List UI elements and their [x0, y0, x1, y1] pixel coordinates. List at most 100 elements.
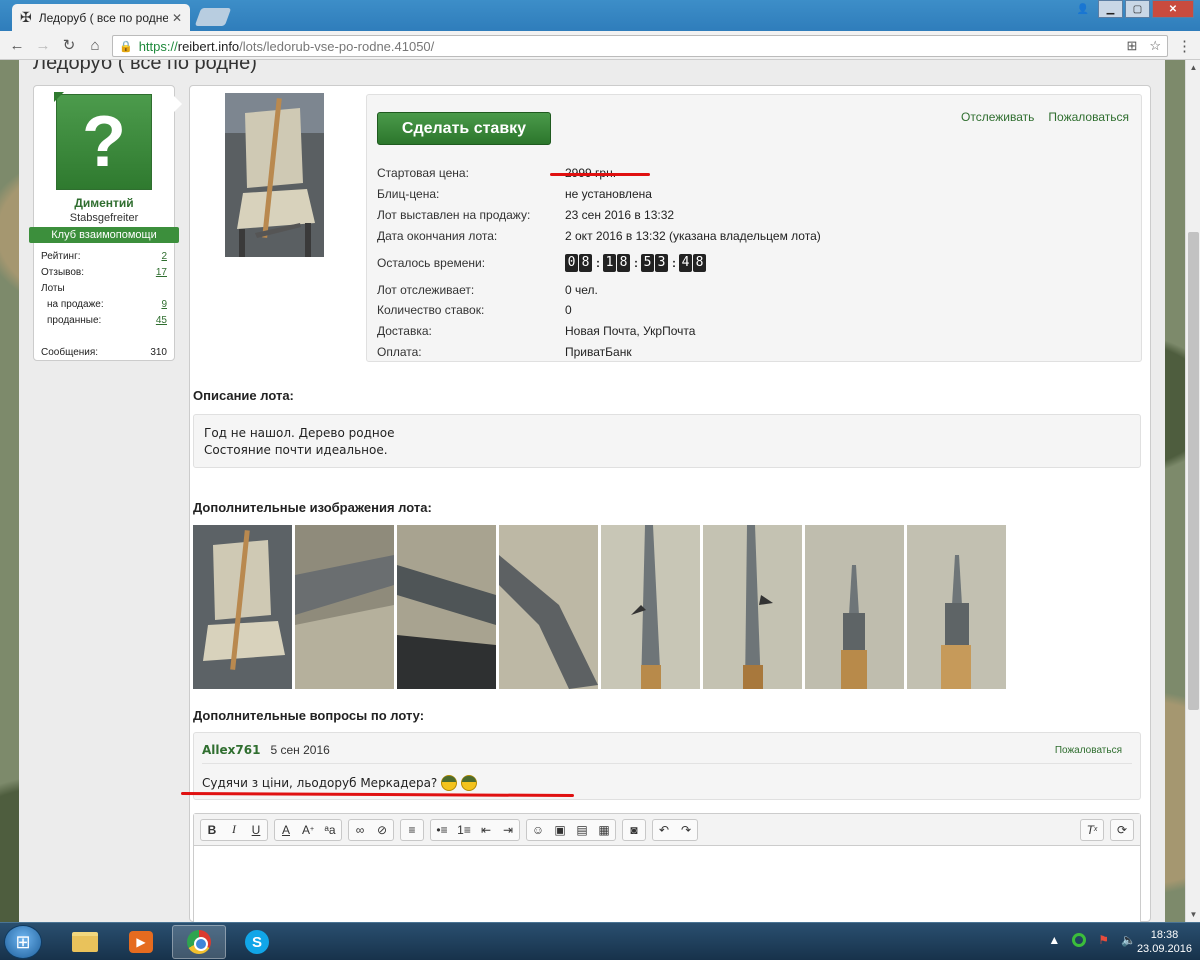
close-window-button[interactable]: ✕ — [1152, 0, 1194, 18]
lot-detail-value: 0 чел. — [565, 282, 598, 297]
seller-stat-value[interactable]: 2 — [161, 251, 167, 267]
lot-thumbnail[interactable] — [295, 525, 394, 689]
bookmark-star-icon[interactable]: ☆ — [1149, 38, 1161, 54]
align-icon[interactable]: ≡ — [401, 820, 423, 840]
page-scrollbar[interactable]: ▲ ▼ — [1185, 60, 1200, 922]
lot-thumbnail[interactable] — [703, 525, 802, 689]
url-scheme: https:// — [138, 38, 178, 54]
numbered-list-icon[interactable]: 1≡ — [453, 820, 475, 840]
indent-icon[interactable]: ⇥ — [497, 820, 519, 840]
link-icon[interactable]: ∞ — [349, 820, 371, 840]
seller-stat-value[interactable]: 9 — [161, 299, 167, 315]
folder-icon — [72, 932, 98, 952]
question-report-link[interactable]: Пожаловаться — [1055, 745, 1122, 756]
lot-thumbnail[interactable] — [193, 525, 292, 689]
text-color-icon[interactable]: A — [275, 820, 297, 840]
scrollbar-thumb[interactable] — [1188, 232, 1199, 710]
smiley-icon[interactable]: ☺ — [527, 820, 549, 840]
font-size-icon[interactable]: A + — [297, 820, 319, 840]
tab-close-icon[interactable]: ✕ — [172, 11, 182, 25]
seller-stat-label: Отзывов: — [41, 267, 84, 278]
lot-detail-row: Доставка: Новая Почта, УкрПочта — [377, 321, 1137, 342]
divider — [202, 763, 1132, 764]
lot-detail-value: ПриватБанк — [565, 344, 632, 359]
lot-detail-value: не установлена — [565, 187, 652, 202]
media-icon[interactable]: ▤ — [571, 820, 593, 840]
undo-icon[interactable]: ↶ — [653, 820, 675, 840]
place-bid-button[interactable]: Сделать ставку — [377, 112, 551, 145]
lot-thumbnail[interactable] — [499, 525, 598, 689]
unlink-icon[interactable]: ⊘ — [371, 820, 393, 840]
avatar[interactable]: ? — [56, 94, 152, 190]
lot-main-image[interactable] — [225, 93, 324, 257]
back-icon[interactable]: ← — [4, 37, 30, 54]
lot-detail-row: Лот выставлен на продажу: 23 сен 2016 в 1… — [377, 205, 1137, 226]
lot-thumbnail[interactable] — [397, 525, 496, 689]
toggle-bbcode-icon[interactable]: ⟳ — [1111, 820, 1133, 840]
taskbar-explorer[interactable] — [58, 925, 112, 959]
lot-detail-row: Блиц-цена: не установлена — [377, 184, 1137, 205]
countdown-label: Осталось времени: — [377, 255, 486, 270]
bold-button[interactable]: B — [201, 820, 223, 840]
browser-menu-icon[interactable]: ⋮ — [1177, 37, 1192, 55]
browser-tab-bar: ✠ Ледоруб ( все по родне ✕ 👤 ▁ ▢ ✕ — [0, 0, 1200, 31]
redo-icon[interactable]: ↷ — [675, 820, 697, 840]
lot-details: Стартовая цена:2999 грн. Блиц-цена: не уст… — [377, 163, 1137, 362]
seller-stat-row: Лоты — [41, 283, 167, 299]
browser-tab[interactable]: ✠ Ледоруб ( все по родне ✕ — [12, 4, 190, 31]
lot-detail-label: Дата окончания лота: — [377, 228, 498, 243]
countdown-digit: 3 — [655, 253, 668, 272]
home-icon[interactable]: ⌂ — [82, 37, 108, 54]
report-link[interactable]: Пожаловаться — [1048, 110, 1129, 124]
camera-icon[interactable]: ◙ — [623, 820, 645, 840]
clear-format-icon[interactable]: Tx — [1081, 820, 1103, 840]
seller-stat-row: проданные: 45 — [41, 315, 167, 331]
club-badge: Клуб взаимопомощи — [29, 227, 179, 243]
address-bar[interactable]: 🔒 https:// reibert.info /lots/ledorub-vs… — [112, 35, 1168, 57]
seller-stat-value[interactable]: 45 — [156, 315, 167, 331]
insert-more-icon[interactable]: ▦ — [593, 820, 615, 840]
image-icon[interactable]: ▣ — [549, 820, 571, 840]
countdown-row: Осталось времени: 0 8:1 8:5 3:4 8 — [377, 246, 1137, 279]
taskbar-skype[interactable]: S — [230, 925, 284, 959]
scroll-down-icon[interactable]: ▼ — [1186, 907, 1200, 922]
reload-icon[interactable]: ↻ — [56, 36, 82, 54]
lot-thumbnail[interactable] — [907, 525, 1006, 689]
lot-thumbnail[interactable] — [601, 525, 700, 689]
new-tab-button[interactable] — [194, 8, 232, 26]
profile-icon[interactable]: 👤 — [1070, 0, 1096, 18]
maximize-button[interactable]: ▢ — [1125, 0, 1150, 18]
volume-icon[interactable]: 🔈 — [1121, 933, 1136, 947]
description-line: Год не нашол. Дерево родное — [204, 426, 395, 440]
italic-button[interactable]: I — [223, 820, 245, 840]
watch-link[interactable]: Отслеживать — [961, 110, 1034, 124]
seller-stat-label: проданные: — [47, 315, 102, 326]
font-family-icon[interactable]: ᵃa — [319, 820, 341, 840]
tray-expand-icon[interactable]: ▲ — [1048, 933, 1060, 947]
start-button[interactable] — [4, 925, 42, 959]
scroll-up-icon[interactable]: ▲ — [1186, 60, 1200, 75]
underline-button[interactable]: U — [245, 820, 267, 840]
seller-stat-row: на продаже: 9 — [41, 299, 167, 315]
outdent-icon[interactable]: ⇤ — [475, 820, 497, 840]
question-author[interactable]: Allex761 — [202, 743, 260, 757]
action-center-icon[interactable]: ⚑ — [1098, 933, 1109, 947]
taskbar-media-player[interactable]: ▶ — [114, 925, 168, 959]
lot-detail-value: 0 — [565, 303, 572, 318]
taskbar-clock[interactable]: 18:38 23.09.2016 — [1137, 928, 1192, 956]
lot-detail-label: Лот выставлен на продажу: — [377, 207, 531, 222]
taskbar-chrome[interactable] — [172, 925, 226, 959]
translate-icon[interactable]: ⊞ — [1126, 38, 1137, 54]
lot-thumbnail[interactable] — [805, 525, 904, 689]
seller-stats: Рейтинг: 2 Отзывов: 17 Лоты на продаже: 9 прода… — [41, 251, 167, 363]
tray-app-icon[interactable] — [1072, 933, 1087, 947]
seller-stat-row — [41, 331, 167, 347]
seller-stat-value[interactable]: 17 — [156, 267, 167, 283]
description-heading: Описание лота: — [193, 388, 294, 403]
seller-name[interactable]: Диментий — [34, 196, 174, 210]
countdown-digit: 8 — [693, 253, 706, 272]
forward-icon[interactable]: → — [30, 37, 56, 54]
bullet-list-icon[interactable]: •≡ — [431, 820, 453, 840]
editor-text-area[interactable] — [194, 846, 1140, 922]
minimize-button[interactable]: ▁ — [1098, 0, 1123, 18]
